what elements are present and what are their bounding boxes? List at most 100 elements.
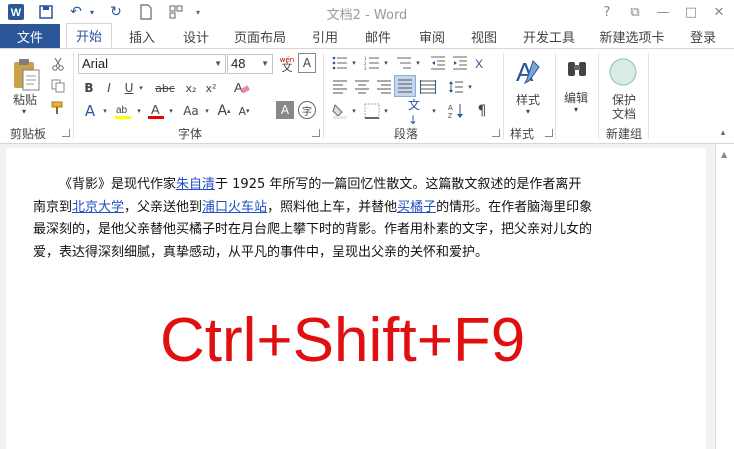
font-size-combo[interactable]: 48 ▼ — [227, 54, 273, 74]
tab-insert[interactable]: 插入 — [122, 24, 162, 48]
font-launcher-icon[interactable] — [312, 129, 320, 137]
paste-icon[interactable] — [8, 57, 44, 93]
align-center-icon[interactable] — [352, 77, 372, 97]
shading-icon[interactable] — [330, 101, 350, 121]
borders-dropdown-icon[interactable]: ▾ — [382, 101, 390, 121]
subscript-icon[interactable]: x₂ — [182, 79, 200, 97]
text-effects-icon[interactable]: A — [80, 101, 100, 121]
multilevel-dropdown-icon[interactable]: ▾ — [414, 53, 422, 73]
styles-dropdown-icon[interactable]: ▾ — [526, 107, 530, 116]
editing-button-label[interactable]: 编辑 — [564, 89, 588, 106]
hyperlink-university[interactable]: 北京大学 — [72, 200, 124, 215]
multilevel-list-icon[interactable] — [394, 53, 414, 73]
editing-dropdown-icon[interactable]: ▾ — [574, 105, 578, 114]
svg-text:ab: ab — [116, 105, 128, 116]
tab-new[interactable]: 新建选项卡 — [596, 24, 668, 48]
italic-icon[interactable]: I — [100, 79, 118, 97]
clipboard-launcher-icon[interactable] — [62, 129, 70, 137]
tab-file[interactable]: 文件 — [0, 24, 60, 48]
paragraph-launcher-icon[interactable] — [492, 129, 500, 137]
maximize-button[interactable]: □ — [680, 2, 702, 22]
highlight-icon[interactable]: ab — [112, 101, 134, 121]
hyperlink-station[interactable]: 浦口火车站 — [202, 200, 267, 215]
minimize-button[interactable]: — — [652, 2, 674, 22]
font-size-value: 48 — [231, 56, 246, 71]
highlight-dropdown-icon[interactable]: ▾ — [134, 101, 144, 121]
copy-icon[interactable] — [48, 77, 68, 95]
cut-icon[interactable] — [48, 55, 68, 73]
phonetic-guide-icon[interactable]: wén 文 — [276, 53, 298, 75]
shading-dropdown-icon[interactable]: ▾ — [350, 101, 358, 121]
bullets-dropdown-icon[interactable]: ▾ — [350, 53, 358, 73]
grow-font-icon[interactable]: A ▴ — [214, 101, 234, 121]
line-spacing-icon[interactable] — [446, 77, 466, 97]
change-case-dropdown-icon[interactable]: ▾ — [202, 101, 212, 121]
align-right-icon[interactable] — [374, 77, 394, 97]
paste-dropdown-icon[interactable]: ▾ — [22, 107, 26, 116]
tab-view[interactable]: 视图 — [464, 24, 504, 48]
help-button[interactable]: ? — [596, 2, 618, 22]
protect-button-label-2[interactable]: 文档 — [612, 105, 636, 122]
document-paragraph[interactable]: 《背影》是现代作家朱自清于 1925 年所写的一篇回忆性散文。这篇散文叙述的是作… — [33, 174, 593, 264]
strikethrough-icon[interactable]: abc — [150, 79, 180, 97]
font-name-value: Arial — [82, 56, 109, 71]
bullets-icon[interactable] — [330, 53, 350, 73]
login-link[interactable]: 登录 — [686, 24, 720, 48]
separator — [503, 53, 504, 139]
enclose-characters-icon[interactable]: 字 — [298, 101, 316, 119]
tab-review[interactable]: 审阅 — [412, 24, 452, 48]
numbering-icon[interactable]: 123 — [362, 53, 382, 73]
styles-button-label[interactable]: 样式 — [516, 91, 540, 108]
shrink-font-icon[interactable]: A ▾ — [234, 101, 254, 121]
shortcut-caption: Ctrl+Shift+F9 — [160, 306, 526, 375]
tab-home[interactable]: 开始 — [66, 23, 112, 48]
decrease-indent-icon[interactable] — [428, 53, 448, 73]
clear-formatting-icon[interactable]: A — [230, 77, 252, 97]
justify-icon[interactable] — [394, 75, 416, 97]
distributed-icon[interactable] — [418, 77, 438, 97]
vertical-scrollbar[interactable]: ▲ — [715, 144, 734, 449]
underline-dropdown-icon[interactable]: ▾ — [136, 79, 146, 97]
ribbon: 粘贴 ▾ 剪贴板 Arial ▼ 48 ▼ wén 文 A B I U ▾ abc… — [0, 49, 734, 144]
separator — [555, 53, 556, 139]
tab-developer[interactable]: 开发工具 — [516, 24, 582, 48]
sort-icon[interactable]: 文↓ — [408, 98, 430, 127]
sort-dropdown-icon[interactable]: ▾ — [430, 101, 438, 121]
character-border-icon[interactable]: A — [298, 53, 316, 73]
numbering-dropdown-icon[interactable]: ▾ — [382, 53, 390, 73]
hyperlink-author[interactable]: 朱自清 — [176, 177, 215, 192]
change-case-icon[interactable]: Aa — [180, 101, 202, 121]
find-binoculars-icon[interactable] — [562, 55, 592, 85]
format-painter-icon[interactable] — [48, 99, 68, 117]
scroll-up-icon[interactable]: ▲ — [721, 150, 727, 159]
tab-references[interactable]: 引用 — [306, 24, 344, 48]
font-group-label: 字体 — [178, 127, 203, 141]
sort-az-icon[interactable]: AZ — [446, 101, 466, 121]
borders-icon[interactable] — [362, 101, 382, 121]
ribbon-display-button[interactable]: ⧉ — [624, 2, 646, 22]
paste-button-label[interactable]: 粘贴 — [13, 91, 37, 108]
font-color-dropdown-icon[interactable]: ▾ — [166, 101, 176, 121]
line-spacing-dropdown-icon[interactable]: ▾ — [466, 77, 474, 97]
font-name-combo[interactable]: Arial ▼ — [78, 54, 226, 74]
align-left-icon[interactable] — [330, 77, 350, 97]
hyperlink-oranges[interactable]: 买橘子 — [397, 200, 436, 215]
tab-mailings[interactable]: 邮件 — [358, 24, 398, 48]
bold-icon[interactable]: B — [80, 79, 98, 97]
tab-design[interactable]: 设计 — [176, 24, 216, 48]
tab-page-layout[interactable]: 页面布局 — [230, 24, 290, 48]
font-color-icon[interactable]: A — [146, 101, 166, 121]
close-button[interactable]: ✕ — [708, 2, 730, 22]
styles-icon[interactable]: A — [510, 55, 548, 91]
separator — [323, 53, 324, 139]
superscript-icon[interactable]: x² — [202, 79, 220, 97]
show-marks-icon[interactable]: ¶ — [472, 101, 492, 121]
collapse-ribbon-icon[interactable]: ▴ — [716, 127, 730, 139]
styles-group-label: 样式 — [510, 127, 535, 141]
protect-document-icon[interactable] — [608, 57, 638, 87]
styles-launcher-icon[interactable] — [545, 129, 553, 137]
character-shading-icon[interactable]: A — [276, 101, 294, 119]
text-effects-dropdown-icon[interactable]: ▾ — [100, 101, 110, 121]
asian-layout-icon[interactable]: X — [472, 53, 492, 73]
increase-indent-icon[interactable] — [450, 53, 470, 73]
